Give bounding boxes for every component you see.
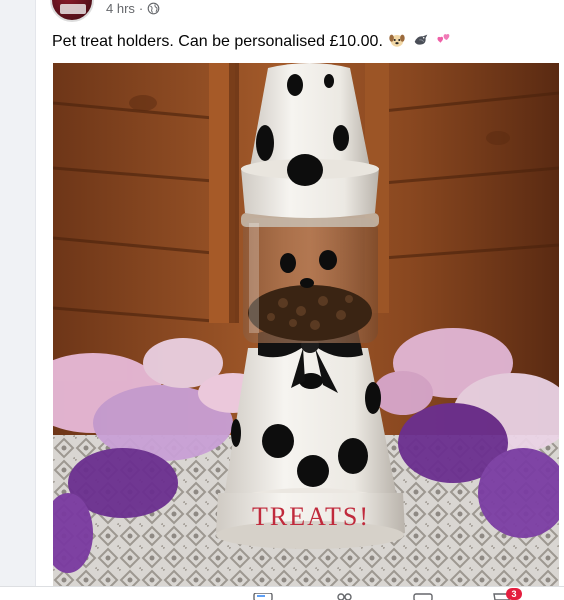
caption-text: Pet treat holders. Can be personalised £…	[52, 33, 383, 50]
news-feed-icon[interactable]	[253, 593, 273, 600]
post-caption: Pet treat holders. Can be personalised £…	[52, 31, 453, 52]
friends-icon[interactable]	[334, 593, 354, 600]
watch-icon[interactable]	[413, 593, 433, 600]
post-timestamp[interactable]: 4 hrs	[106, 1, 135, 16]
meta-separator: ·	[138, 1, 144, 16]
post-photo[interactable]: TREATS!	[53, 63, 559, 586]
page-avatar[interactable]	[50, 0, 94, 22]
notification-badge: 3	[506, 588, 522, 600]
post-meta: 4 hrs ·	[106, 1, 160, 16]
bottom-navigation: 3	[0, 586, 564, 600]
pigeon-emoji	[414, 34, 428, 45]
treat-holder-photo: TREATS!	[53, 63, 559, 586]
post-card: 4 hrs · Pet treat holders. Can be person…	[36, 0, 564, 600]
pot-lettering: TREATS!	[252, 502, 370, 531]
left-rail	[0, 0, 36, 600]
two-hearts-emoji	[437, 34, 450, 43]
globe-icon[interactable]	[147, 2, 160, 15]
dog-face-emoji	[389, 34, 405, 47]
